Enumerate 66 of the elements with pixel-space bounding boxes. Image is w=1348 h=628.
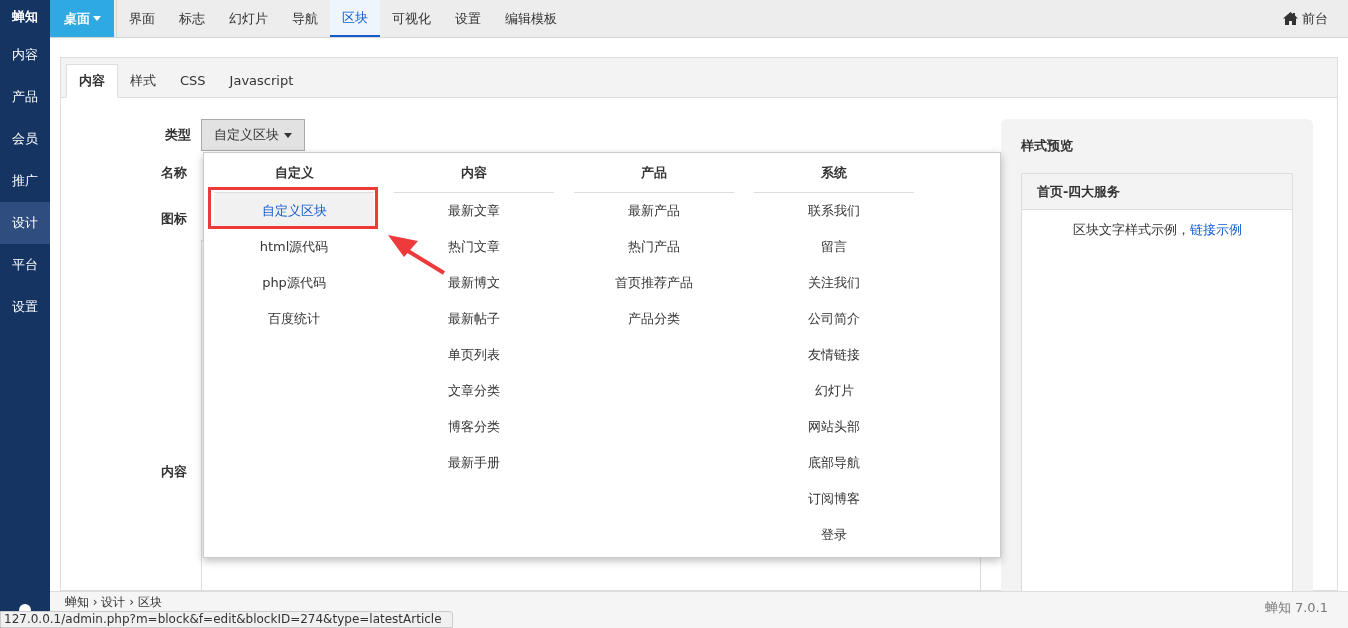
card-title: 首页-四大服务 [1022,174,1292,210]
menu-item[interactable]: 联系我们 [754,193,914,229]
editor-tab[interactable]: 内容 [66,64,118,98]
menu-item[interactable]: php源代码 [214,265,374,301]
nav-tab[interactable]: 幻灯片 [217,0,280,37]
sidebar-item[interactable]: 推广 [0,160,50,202]
nav-tab[interactable]: 标志 [167,0,217,37]
menu-item[interactable]: 文章分类 [394,373,554,409]
sample-text: 区块文字样式示例， [1072,221,1190,239]
editor-tab[interactable]: 样式 [118,64,168,98]
field-label: 图标 [161,209,188,228]
menu-heading: 产品 [574,153,734,193]
sidebar-item[interactable]: 产品 [0,76,50,118]
version-text: 蝉知 7.0.1 [1264,599,1328,617]
menu-item[interactable]: 百度统计 [214,301,374,337]
field-label: 名称 [161,164,188,182]
nav-tab[interactable]: 导航 [280,0,330,37]
preview-title: 样式预览 [1021,137,1074,156]
menu-item[interactable]: 首页推荐产品 [574,265,734,301]
menu-item[interactable]: 登录 [754,517,914,553]
sidebar-item[interactable]: 设计 [0,202,50,244]
menu-item[interactable]: 最新产品 [574,193,734,229]
nav-tab[interactable]: 界面 [117,0,167,37]
menu-item[interactable]: 公司简介 [754,301,914,337]
sidebar-item[interactable]: 内容 [0,34,50,76]
menu-heading: 系统 [754,153,914,193]
nav-tab[interactable]: 区块 [330,0,380,37]
menu-item[interactable]: 关注我们 [754,265,914,301]
home-icon [1283,12,1298,25]
sidebar-item[interactable]: 平台 [0,244,50,286]
annotation-arrow [386,233,446,275]
menu-item[interactable]: 最新帖子 [394,301,554,337]
menu-heading: 内容 [394,153,554,193]
type-dropdown-button[interactable]: 自定义区块 [201,119,305,151]
menu-item[interactable]: 订阅博客 [754,481,914,517]
nav-tab[interactable]: 设置 [443,0,493,37]
editor-tab[interactable]: CSS [168,64,218,98]
menu-item[interactable]: 底部导航 [754,445,914,481]
nav-tab[interactable]: 编辑模板 [493,0,569,37]
menu-item[interactable]: 幻灯片 [754,373,914,409]
frontend-link[interactable]: 前台 [1283,0,1328,37]
status-url: 127.0.0.1/admin.php?m=block&f=edit&blockID=274&type=latestArticle [0,611,453,628]
menu-item[interactable]: 网站头部 [754,409,914,445]
sidebar-item[interactable]: 设置 [0,286,50,328]
nav-tab[interactable]: 可视化 [380,0,443,37]
menu-item[interactable]: 热门文章 [394,229,554,265]
sidebar-item[interactable]: 会员 [0,118,50,160]
menu-item[interactable]: 最新手册 [394,445,554,481]
menu-item[interactable]: 留言 [754,229,914,265]
menu-item[interactable]: 博客分类 [394,409,554,445]
menu-item[interactable]: 最新博文 [394,265,554,301]
menu-item[interactable]: 单页列表 [394,337,554,373]
field-label: 内容 [161,463,188,481]
menu-item[interactable]: 最新文章 [394,193,554,229]
sample-link[interactable]: 链接示例 [1189,220,1242,240]
brand-link[interactable]: 蝉知 [0,0,50,34]
caret-icon [284,132,292,138]
menu-item[interactable]: 热门产品 [574,229,734,265]
breadcrumb: 蝉知 › 设计 › 区块 [65,594,162,611]
editor-tab[interactable]: Javascript [217,64,306,98]
menu-item[interactable]: 自定义区块 [214,193,374,229]
field-label: 类型 [164,126,191,145]
caret-icon [92,16,101,21]
menu-item[interactable]: 友情链接 [754,337,914,373]
menu-item[interactable]: 产品分类 [574,301,734,337]
menu-item[interactable]: html源代码 [214,229,374,265]
